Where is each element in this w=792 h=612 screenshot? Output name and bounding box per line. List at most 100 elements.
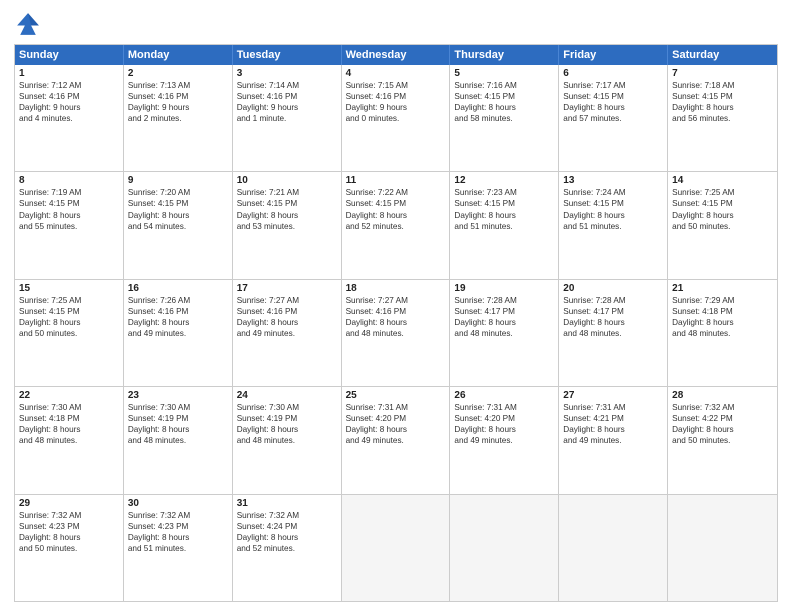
cell-line-2: Daylight: 8 hours	[19, 424, 119, 435]
cell-line-3: and 48 minutes.	[563, 328, 663, 339]
cell-line-2: Daylight: 8 hours	[237, 317, 337, 328]
cell-line-3: and 53 minutes.	[237, 221, 337, 232]
cal-week-2: 8Sunrise: 7:19 AMSunset: 4:15 PMDaylight…	[15, 171, 777, 278]
cell-line-2: Daylight: 8 hours	[237, 210, 337, 221]
cell-line-0: Sunrise: 7:22 AM	[346, 187, 446, 198]
cell-line-1: Sunset: 4:19 PM	[237, 413, 337, 424]
logo	[14, 10, 46, 38]
cell-line-1: Sunset: 4:20 PM	[346, 413, 446, 424]
cal-cell-day-29: 29Sunrise: 7:32 AMSunset: 4:23 PMDayligh…	[15, 495, 124, 601]
cal-week-1: 1Sunrise: 7:12 AMSunset: 4:16 PMDaylight…	[15, 65, 777, 171]
cal-cell-empty	[342, 495, 451, 601]
cell-line-0: Sunrise: 7:18 AM	[672, 80, 773, 91]
cell-line-1: Sunset: 4:16 PM	[237, 91, 337, 102]
cal-cell-day-2: 2Sunrise: 7:13 AMSunset: 4:16 PMDaylight…	[124, 65, 233, 171]
cell-line-3: and 48 minutes.	[672, 328, 773, 339]
cal-cell-day-6: 6Sunrise: 7:17 AMSunset: 4:15 PMDaylight…	[559, 65, 668, 171]
cell-line-2: Daylight: 8 hours	[672, 102, 773, 113]
cell-line-1: Sunset: 4:18 PM	[672, 306, 773, 317]
cell-line-0: Sunrise: 7:31 AM	[454, 402, 554, 413]
cell-line-2: Daylight: 8 hours	[672, 424, 773, 435]
day-number: 17	[237, 283, 337, 294]
cal-cell-day-27: 27Sunrise: 7:31 AMSunset: 4:21 PMDayligh…	[559, 387, 668, 493]
cell-line-3: and 58 minutes.	[454, 113, 554, 124]
cal-week-3: 15Sunrise: 7:25 AMSunset: 4:15 PMDayligh…	[15, 279, 777, 386]
cell-line-2: Daylight: 9 hours	[237, 102, 337, 113]
day-number: 20	[563, 283, 663, 294]
cal-cell-empty	[668, 495, 777, 601]
cell-line-1: Sunset: 4:15 PM	[346, 198, 446, 209]
cell-line-2: Daylight: 8 hours	[454, 424, 554, 435]
cell-line-3: and 51 minutes.	[128, 543, 228, 554]
cell-line-3: and 49 minutes.	[454, 435, 554, 446]
cal-cell-day-18: 18Sunrise: 7:27 AMSunset: 4:16 PMDayligh…	[342, 280, 451, 386]
day-number: 22	[19, 390, 119, 401]
cal-cell-day-7: 7Sunrise: 7:18 AMSunset: 4:15 PMDaylight…	[668, 65, 777, 171]
cell-line-3: and 51 minutes.	[454, 221, 554, 232]
day-number: 14	[672, 175, 773, 186]
cell-line-1: Sunset: 4:19 PM	[128, 413, 228, 424]
cell-line-2: Daylight: 8 hours	[128, 424, 228, 435]
cell-line-0: Sunrise: 7:32 AM	[19, 510, 119, 521]
day-number: 3	[237, 68, 337, 79]
cal-header-day-thursday: Thursday	[450, 45, 559, 65]
cal-cell-day-14: 14Sunrise: 7:25 AMSunset: 4:15 PMDayligh…	[668, 172, 777, 278]
cell-line-1: Sunset: 4:23 PM	[19, 521, 119, 532]
day-number: 21	[672, 283, 773, 294]
cal-cell-day-31: 31Sunrise: 7:32 AMSunset: 4:24 PMDayligh…	[233, 495, 342, 601]
cell-line-0: Sunrise: 7:13 AM	[128, 80, 228, 91]
cal-cell-empty	[450, 495, 559, 601]
day-number: 29	[19, 498, 119, 509]
cell-line-3: and 48 minutes.	[128, 435, 228, 446]
cell-line-2: Daylight: 9 hours	[128, 102, 228, 113]
cal-header-day-sunday: Sunday	[15, 45, 124, 65]
cell-line-1: Sunset: 4:15 PM	[563, 198, 663, 209]
cell-line-3: and 49 minutes.	[237, 328, 337, 339]
cell-line-0: Sunrise: 7:15 AM	[346, 80, 446, 91]
cell-line-0: Sunrise: 7:32 AM	[672, 402, 773, 413]
cell-line-2: Daylight: 8 hours	[454, 102, 554, 113]
cell-line-1: Sunset: 4:15 PM	[237, 198, 337, 209]
cell-line-2: Daylight: 8 hours	[237, 424, 337, 435]
day-number: 6	[563, 68, 663, 79]
header	[14, 10, 778, 38]
cell-line-2: Daylight: 9 hours	[19, 102, 119, 113]
cal-cell-day-23: 23Sunrise: 7:30 AMSunset: 4:19 PMDayligh…	[124, 387, 233, 493]
cell-line-0: Sunrise: 7:27 AM	[346, 295, 446, 306]
day-number: 28	[672, 390, 773, 401]
cell-line-1: Sunset: 4:18 PM	[19, 413, 119, 424]
day-number: 10	[237, 175, 337, 186]
cal-cell-day-22: 22Sunrise: 7:30 AMSunset: 4:18 PMDayligh…	[15, 387, 124, 493]
day-number: 12	[454, 175, 554, 186]
cell-line-3: and 48 minutes.	[346, 328, 446, 339]
day-number: 26	[454, 390, 554, 401]
cell-line-1: Sunset: 4:15 PM	[672, 91, 773, 102]
cell-line-0: Sunrise: 7:27 AM	[237, 295, 337, 306]
cal-cell-day-10: 10Sunrise: 7:21 AMSunset: 4:15 PMDayligh…	[233, 172, 342, 278]
cell-line-0: Sunrise: 7:24 AM	[563, 187, 663, 198]
cell-line-2: Daylight: 8 hours	[563, 102, 663, 113]
cell-line-2: Daylight: 8 hours	[563, 317, 663, 328]
calendar-header: SundayMondayTuesdayWednesdayThursdayFrid…	[15, 45, 777, 65]
cal-cell-day-8: 8Sunrise: 7:19 AMSunset: 4:15 PMDaylight…	[15, 172, 124, 278]
cal-header-day-monday: Monday	[124, 45, 233, 65]
cell-line-2: Daylight: 8 hours	[128, 532, 228, 543]
day-number: 30	[128, 498, 228, 509]
cal-header-day-tuesday: Tuesday	[233, 45, 342, 65]
cal-header-day-wednesday: Wednesday	[342, 45, 451, 65]
day-number: 16	[128, 283, 228, 294]
cell-line-1: Sunset: 4:24 PM	[237, 521, 337, 532]
cal-cell-day-1: 1Sunrise: 7:12 AMSunset: 4:16 PMDaylight…	[15, 65, 124, 171]
cal-cell-day-12: 12Sunrise: 7:23 AMSunset: 4:15 PMDayligh…	[450, 172, 559, 278]
cell-line-3: and 48 minutes.	[454, 328, 554, 339]
day-number: 25	[346, 390, 446, 401]
cell-line-3: and 2 minutes.	[128, 113, 228, 124]
cell-line-3: and 4 minutes.	[19, 113, 119, 124]
cal-cell-day-24: 24Sunrise: 7:30 AMSunset: 4:19 PMDayligh…	[233, 387, 342, 493]
day-number: 8	[19, 175, 119, 186]
cal-cell-day-19: 19Sunrise: 7:28 AMSunset: 4:17 PMDayligh…	[450, 280, 559, 386]
cell-line-3: and 55 minutes.	[19, 221, 119, 232]
cell-line-2: Daylight: 8 hours	[128, 210, 228, 221]
day-number: 5	[454, 68, 554, 79]
cal-cell-day-16: 16Sunrise: 7:26 AMSunset: 4:16 PMDayligh…	[124, 280, 233, 386]
